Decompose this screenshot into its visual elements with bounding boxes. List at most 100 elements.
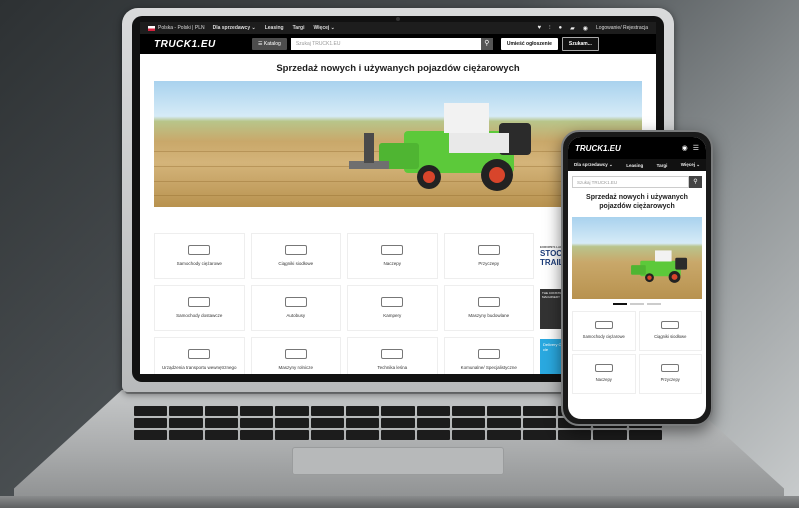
- keyboard-key: [522, 430, 556, 440]
- keyboard-key: [204, 418, 238, 428]
- vehicle-icon: [381, 349, 404, 360]
- category-label: Przyczepy: [660, 377, 680, 383]
- keyboard-key: [345, 418, 380, 428]
- category-label: Samochody ciężarowe: [176, 261, 222, 267]
- keyboard-key: [593, 430, 627, 440]
- phone-search-input[interactable]: Szukaj TRUCK1.EU: [572, 176, 689, 188]
- phone-search: Szukaj TRUCK1.EU ⚲: [572, 176, 702, 188]
- carousel-dots: [568, 302, 706, 305]
- keyboard-key: [522, 418, 556, 428]
- vehicle-icon: [188, 245, 211, 256]
- keyboard-key: [451, 430, 486, 440]
- search-input[interactable]: Szukaj TRUCK1.EU: [290, 38, 481, 50]
- post-ad-button[interactable]: Umieść ogłoszenie: [500, 38, 558, 50]
- category-card[interactable]: Przyczepy: [638, 353, 702, 394]
- phone-site-logo[interactable]: TRUCK1.EU: [575, 144, 677, 153]
- vehicle-icon: [381, 245, 404, 256]
- keyboard-key: [134, 430, 168, 440]
- vehicle-icon: [284, 349, 307, 360]
- language-selector[interactable]: Polska - Polski | PLN: [158, 25, 205, 31]
- vehicle-icon: [477, 349, 500, 360]
- phone-page-title: Sprzedaż nowych i używanych pojazdów cię…: [586, 194, 688, 210]
- chart-icon[interactable]: ⫶: [549, 25, 551, 32]
- keyboard-key: [451, 418, 486, 428]
- keyboard-key: [310, 406, 344, 416]
- category-card[interactable]: Komunalne/ Specjalistyczne: [443, 337, 534, 374]
- keyboard-key: [345, 406, 380, 416]
- vehicle-icon: [188, 297, 211, 308]
- menu-icon[interactable]: ☰: [693, 144, 699, 152]
- keyboard-key: [451, 406, 486, 416]
- heart-icon[interactable]: ♥: [537, 25, 541, 31]
- category-card[interactable]: Przyczepy: [443, 233, 534, 279]
- combine-harvester-image: [349, 103, 531, 191]
- carousel-dot[interactable]: [613, 302, 627, 305]
- phone-nav-more[interactable]: Więcej ⌄: [681, 162, 700, 168]
- vehicle-icon: [284, 297, 307, 308]
- carousel-dot[interactable]: [630, 302, 644, 305]
- chat-icon[interactable]: ▰: [570, 25, 575, 32]
- vehicle-icon: [594, 364, 613, 373]
- main-header: TRUCK1.EU ☰ Katalog Szukaj TRUCK1.EU ⚲ U…: [140, 34, 656, 54]
- category-card[interactable]: Samochody dostawcze: [154, 285, 245, 331]
- phone-nav-fairs[interactable]: Targi: [657, 163, 668, 168]
- keyboard-key: [557, 430, 592, 440]
- category-card[interactable]: Maszyny budowlane: [443, 285, 534, 331]
- bell-icon[interactable]: ●: [559, 25, 563, 31]
- category-card[interactable]: Naczepy: [347, 233, 438, 279]
- category-label: Autobusy: [286, 313, 306, 319]
- nav-more[interactable]: Więcej ⌄: [313, 25, 334, 31]
- keyboard-key: [239, 418, 274, 428]
- phone-screen: TRUCK1.EU ◉ ☰ Dla sprzedawcy ⌄ Leasing T…: [568, 137, 706, 419]
- category-grid: Samochody ciężarowe Ciągniki siodłowe Nacz…: [154, 233, 534, 374]
- keyboard-key: [134, 418, 168, 428]
- phone-nav: Dla sprzedawcy ⌄ Leasing Targi Więcej ⌄: [568, 159, 706, 171]
- category-card[interactable]: Autobusy: [250, 285, 341, 331]
- carousel-dot[interactable]: [647, 302, 661, 305]
- site-logo[interactable]: TRUCK1.EU: [154, 39, 252, 50]
- user-icon[interactable]: ◉: [583, 25, 588, 32]
- category-label: Przyczepy: [478, 261, 500, 267]
- vehicle-icon: [477, 297, 500, 308]
- keyboard-key: [381, 406, 415, 416]
- login-link[interactable]: Logowanie/ Rejestracja: [596, 25, 648, 31]
- nav-seller[interactable]: Dla sprzedawcy ⌄: [213, 25, 256, 31]
- vehicle-icon: [661, 321, 680, 330]
- keyboard-key: [239, 430, 274, 440]
- keyboard-key: [381, 430, 415, 440]
- category-label: Ciągniki siodłowe: [654, 334, 687, 340]
- category-label: Kampery: [383, 313, 402, 319]
- category-label: Maszyny rolnicze: [278, 365, 313, 371]
- category-label: Komunalne/ Specjalistyczne: [460, 365, 517, 371]
- category-card[interactable]: Maszyny rolnicze: [250, 337, 341, 374]
- category-card[interactable]: Naczepy: [572, 353, 636, 394]
- keyboard-key: [275, 418, 309, 428]
- keyboard-key: [204, 406, 238, 416]
- category-card[interactable]: Technika leśna: [347, 337, 438, 374]
- phone-nav-leasing[interactable]: Leasing: [626, 163, 643, 168]
- vehicle-icon: [188, 349, 211, 360]
- searching-button[interactable]: Szukam...: [561, 37, 599, 51]
- catalog-button[interactable]: ☰ Katalog: [252, 38, 287, 50]
- poland-flag-icon: [148, 25, 155, 31]
- category-card[interactable]: Samochody ciężarowe: [154, 233, 245, 279]
- category-card[interactable]: Samochody ciężarowe: [572, 310, 636, 351]
- category-card[interactable]: Kampery: [347, 285, 438, 331]
- search-icon[interactable]: ⚲: [689, 176, 702, 188]
- vehicle-icon: [661, 364, 680, 373]
- nav-fairs[interactable]: Targi: [293, 25, 305, 31]
- user-icon[interactable]: ◉: [682, 144, 688, 152]
- keyboard-key: [310, 418, 344, 428]
- top-bar: Polska - Polski | PLN Dla sprzedawcy ⌄ L…: [140, 22, 656, 34]
- nav-leasing[interactable]: Leasing: [265, 25, 284, 31]
- keyboard-key: [628, 430, 662, 440]
- search-icon[interactable]: ⚲: [480, 38, 493, 50]
- category-card[interactable]: Urządzenia transportu wewnętrznego: [154, 337, 245, 374]
- category-card[interactable]: Ciągniki siodłowe: [250, 233, 341, 279]
- vehicle-icon: [284, 245, 307, 256]
- keyboard-key: [310, 430, 344, 440]
- phone-nav-seller[interactable]: Dla sprzedawcy ⌄: [574, 162, 613, 168]
- category-card[interactable]: Ciągniki siodłowe: [638, 310, 702, 351]
- keyboard-key: [345, 430, 380, 440]
- category-label: Maszyny budowlane: [468, 313, 510, 319]
